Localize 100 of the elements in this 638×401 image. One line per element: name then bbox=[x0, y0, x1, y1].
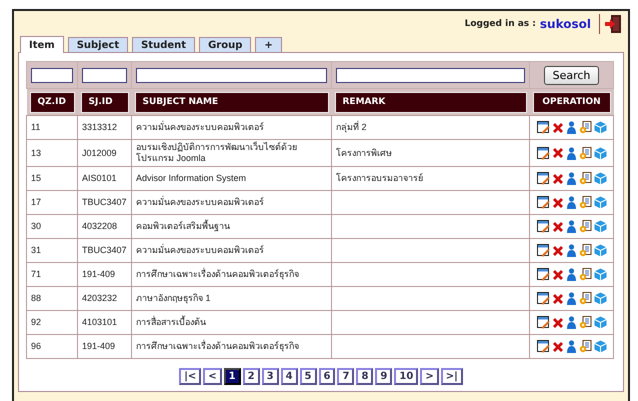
document-gear-icon[interactable] bbox=[578, 121, 592, 134]
tab[interactable]: Subject bbox=[68, 37, 128, 52]
cross-icon[interactable] bbox=[552, 268, 564, 280]
person-icon[interactable] bbox=[566, 292, 576, 305]
page-button[interactable]: 1 bbox=[224, 368, 241, 385]
page-button[interactable]: 2 bbox=[242, 368, 260, 385]
tab[interactable]: + bbox=[255, 37, 282, 52]
edit-icon[interactable] bbox=[536, 292, 550, 305]
document-gear-icon[interactable] bbox=[578, 316, 592, 329]
table-cell: 31 bbox=[31, 245, 42, 255]
person-icon[interactable] bbox=[566, 268, 576, 281]
table-cell: โครงการอบรมอาจารย์ bbox=[336, 173, 423, 183]
page-button[interactable]: < bbox=[203, 368, 222, 385]
table-cell: คอมพิวเตอร์เสริมพื้นฐาน bbox=[136, 221, 230, 231]
cross-icon[interactable] bbox=[552, 196, 564, 208]
page-button[interactable]: 10 bbox=[394, 368, 418, 385]
document-gear-icon[interactable] bbox=[578, 292, 592, 305]
table-cell: 30 bbox=[31, 221, 42, 231]
table-cell: ความมั่นคงของระบบคอมพิวเตอร์ bbox=[136, 122, 264, 132]
table-cell: การศึกษาเฉพาะเรื่องด้านคอมพิวเตอร์ธุรกิจ bbox=[136, 341, 299, 351]
page-button[interactable]: 7 bbox=[337, 368, 354, 385]
input-field[interactable] bbox=[136, 68, 327, 82]
edit-icon[interactable] bbox=[536, 220, 550, 233]
door-arrow-icon[interactable] bbox=[604, 14, 622, 34]
table-cell: 11 bbox=[31, 122, 40, 132]
table-cell: Advisor Information System bbox=[136, 173, 246, 183]
table-cell: กลุ่มที่ 2 bbox=[336, 122, 367, 132]
document-gear-icon[interactable] bbox=[578, 172, 592, 185]
page-button[interactable]: 6 bbox=[318, 368, 336, 385]
table-cell: TBUC3407 bbox=[82, 245, 127, 255]
table-cell: 92 bbox=[31, 317, 42, 327]
page-button[interactable]: 5 bbox=[300, 368, 317, 385]
table-cell: 191-409 bbox=[82, 269, 116, 279]
document-gear-icon[interactable] bbox=[578, 340, 592, 353]
person-icon[interactable] bbox=[566, 196, 576, 209]
table-cell: โครงการพิเศษ bbox=[336, 148, 392, 158]
input-field[interactable] bbox=[31, 68, 73, 82]
search-button[interactable]: Search bbox=[544, 66, 600, 84]
page-button[interactable]: 4 bbox=[280, 368, 298, 385]
page-button[interactable]: >| bbox=[440, 368, 463, 385]
input-field[interactable] bbox=[336, 68, 525, 82]
document-gear-icon[interactable] bbox=[578, 244, 592, 257]
page-button[interactable]: 8 bbox=[356, 368, 374, 385]
edit-icon[interactable] bbox=[536, 316, 550, 329]
table-cell: 4203232 bbox=[82, 293, 118, 303]
table-cell: 4032208 bbox=[82, 221, 118, 231]
table-cell: 3313312 bbox=[82, 122, 118, 132]
tab[interactable]: Group bbox=[199, 37, 252, 52]
table-cell: ความมั่นคงของระบบคอมพิวเตอร์ bbox=[136, 197, 264, 207]
person-icon[interactable] bbox=[566, 172, 576, 185]
edit-icon[interactable] bbox=[536, 121, 550, 134]
cross-icon[interactable] bbox=[552, 122, 564, 134]
column-header: QZ.ID bbox=[30, 92, 74, 112]
person-icon[interactable] bbox=[566, 340, 576, 353]
table-cell: 13 bbox=[31, 148, 42, 158]
table-cell: 15 bbox=[31, 173, 42, 183]
page-button[interactable]: 3 bbox=[262, 368, 279, 385]
document-gear-icon[interactable] bbox=[578, 146, 592, 160]
cross-icon[interactable] bbox=[552, 220, 564, 232]
document-gear-icon[interactable] bbox=[578, 220, 592, 233]
table-cell: 96 bbox=[31, 341, 42, 351]
cross-icon[interactable] bbox=[552, 147, 564, 159]
cross-icon[interactable] bbox=[552, 244, 564, 256]
edit-icon[interactable] bbox=[536, 172, 550, 185]
person-icon[interactable] bbox=[566, 244, 576, 257]
page-button[interactable]: |< bbox=[179, 368, 202, 385]
cross-icon[interactable] bbox=[552, 292, 564, 304]
cross-icon[interactable] bbox=[552, 172, 564, 184]
table-cell: การศึกษาเฉพาะเรื่องด้านคอมพิวเตอร์ธุรกิจ bbox=[136, 269, 299, 279]
edit-icon[interactable] bbox=[536, 146, 550, 160]
table-cell: 17 bbox=[31, 197, 42, 207]
table-cell: การสื่อสารเบื้องต้น bbox=[136, 317, 206, 327]
person-icon[interactable] bbox=[566, 316, 576, 329]
column-header: REMARK bbox=[334, 92, 526, 112]
input-field[interactable] bbox=[82, 68, 127, 82]
column-header: OPERATION bbox=[532, 92, 610, 112]
cross-icon[interactable] bbox=[552, 316, 564, 328]
document-gear-icon[interactable] bbox=[578, 196, 592, 209]
table-cell: 4103101 bbox=[82, 317, 118, 327]
tab[interactable]: Student bbox=[132, 37, 196, 52]
table-cell: อบรมเชิงปฏิบัติการการพัฒนาเว็บไซต์ด้วยโปรแกรม Joomla bbox=[136, 142, 297, 163]
table-cell: ภาษาอังกฤษธุรกิจ 1 bbox=[136, 293, 211, 303]
cross-icon[interactable] bbox=[552, 340, 564, 352]
table-cell: 191-409 bbox=[82, 341, 116, 351]
edit-icon[interactable] bbox=[536, 340, 550, 353]
table-cell: TBUC3407 bbox=[82, 197, 127, 207]
person-icon[interactable] bbox=[566, 121, 576, 134]
tab[interactable]: Item bbox=[20, 36, 64, 53]
table-cell: 88 bbox=[31, 293, 42, 303]
edit-icon[interactable] bbox=[536, 244, 550, 257]
edit-icon[interactable] bbox=[536, 196, 550, 209]
user-name: sukosol bbox=[540, 17, 591, 31]
document-gear-icon[interactable] bbox=[578, 268, 592, 281]
page-button[interactable]: > bbox=[420, 368, 439, 385]
edit-icon[interactable] bbox=[536, 268, 550, 281]
person-icon[interactable] bbox=[566, 146, 576, 160]
logged-in-label: Logged in as : bbox=[464, 19, 536, 29]
column-header: SUBJECT NAME bbox=[134, 92, 328, 112]
person-icon[interactable] bbox=[566, 220, 576, 233]
page-button[interactable]: 9 bbox=[375, 368, 392, 385]
